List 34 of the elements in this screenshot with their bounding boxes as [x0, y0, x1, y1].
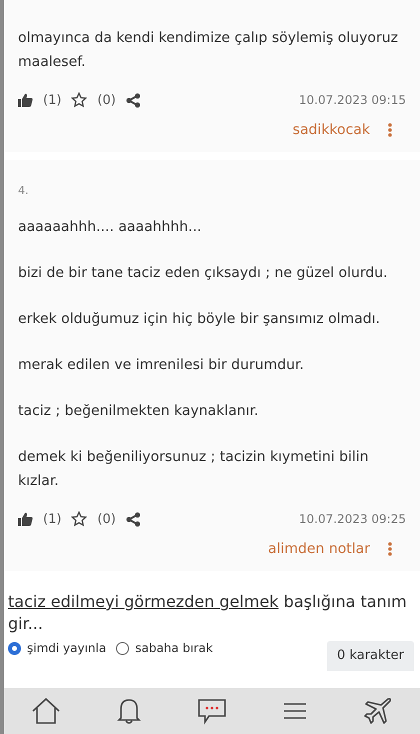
compose-prompt: taciz edilmeyi görmezden gelmek başlığına tanım gir... [8, 591, 408, 635]
radio-icon[interactable] [116, 642, 130, 654]
menu-icon [283, 701, 308, 721]
topic-link[interactable]: taciz edilmeyi görmezden gelmek [8, 592, 279, 611]
thumbs-up-icon[interactable] [18, 512, 33, 526]
like-count: (1) [43, 512, 62, 526]
favorite-count: (0) [97, 512, 116, 526]
share-icon[interactable] [126, 512, 141, 526]
publish-option[interactable]: şimdi yayınla [8, 641, 106, 655]
chat-icon [196, 697, 227, 725]
plane-icon [364, 697, 392, 725]
thumbs-up-icon[interactable] [18, 93, 33, 107]
home-icon [30, 697, 61, 725]
entry-text: aaaaaahhh.... aaaahhhh... [18, 218, 203, 237]
favorite-count: (0) [97, 92, 116, 108]
star-icon[interactable] [71, 92, 88, 108]
entry-date: 10.07.2023 09:15 [298, 93, 406, 107]
radio-icon[interactable] [8, 642, 21, 654]
character-count: 0 karakter [327, 641, 414, 671]
bell-icon [116, 697, 141, 725]
entry-text: demek ki beğeniliyorsunuz ; tacizin kıymetini bilin kızlar. [18, 448, 370, 491]
more-icon[interactable] [388, 123, 392, 137]
entry-date: 10.07.2023 09:25 [298, 512, 406, 526]
entry-text: olmayınca da kendi kendimize çalıp söylemiş oluyoruz maalesef. [18, 29, 399, 72]
entry-text: bizi de bir tane taciz eden çıksaydı ; ne güzel olurdu. [18, 264, 389, 283]
entry-text: merak edilen ve imrenilesi bir durumdur. [18, 356, 305, 375]
like-count: (1) [43, 92, 62, 108]
entry-number: 4. [18, 184, 30, 197]
star-icon[interactable] [71, 511, 88, 527]
more-icon[interactable] [388, 542, 392, 556]
entry-text: erkek olduğumuz için hiç böyle bir şansımız olmadı. [18, 310, 381, 329]
publish-option[interactable]: sabaha bırak [116, 641, 213, 655]
share-icon[interactable] [126, 92, 141, 108]
entry-text: taciz ; beğenilmekten kaynaklanır. [18, 402, 260, 421]
